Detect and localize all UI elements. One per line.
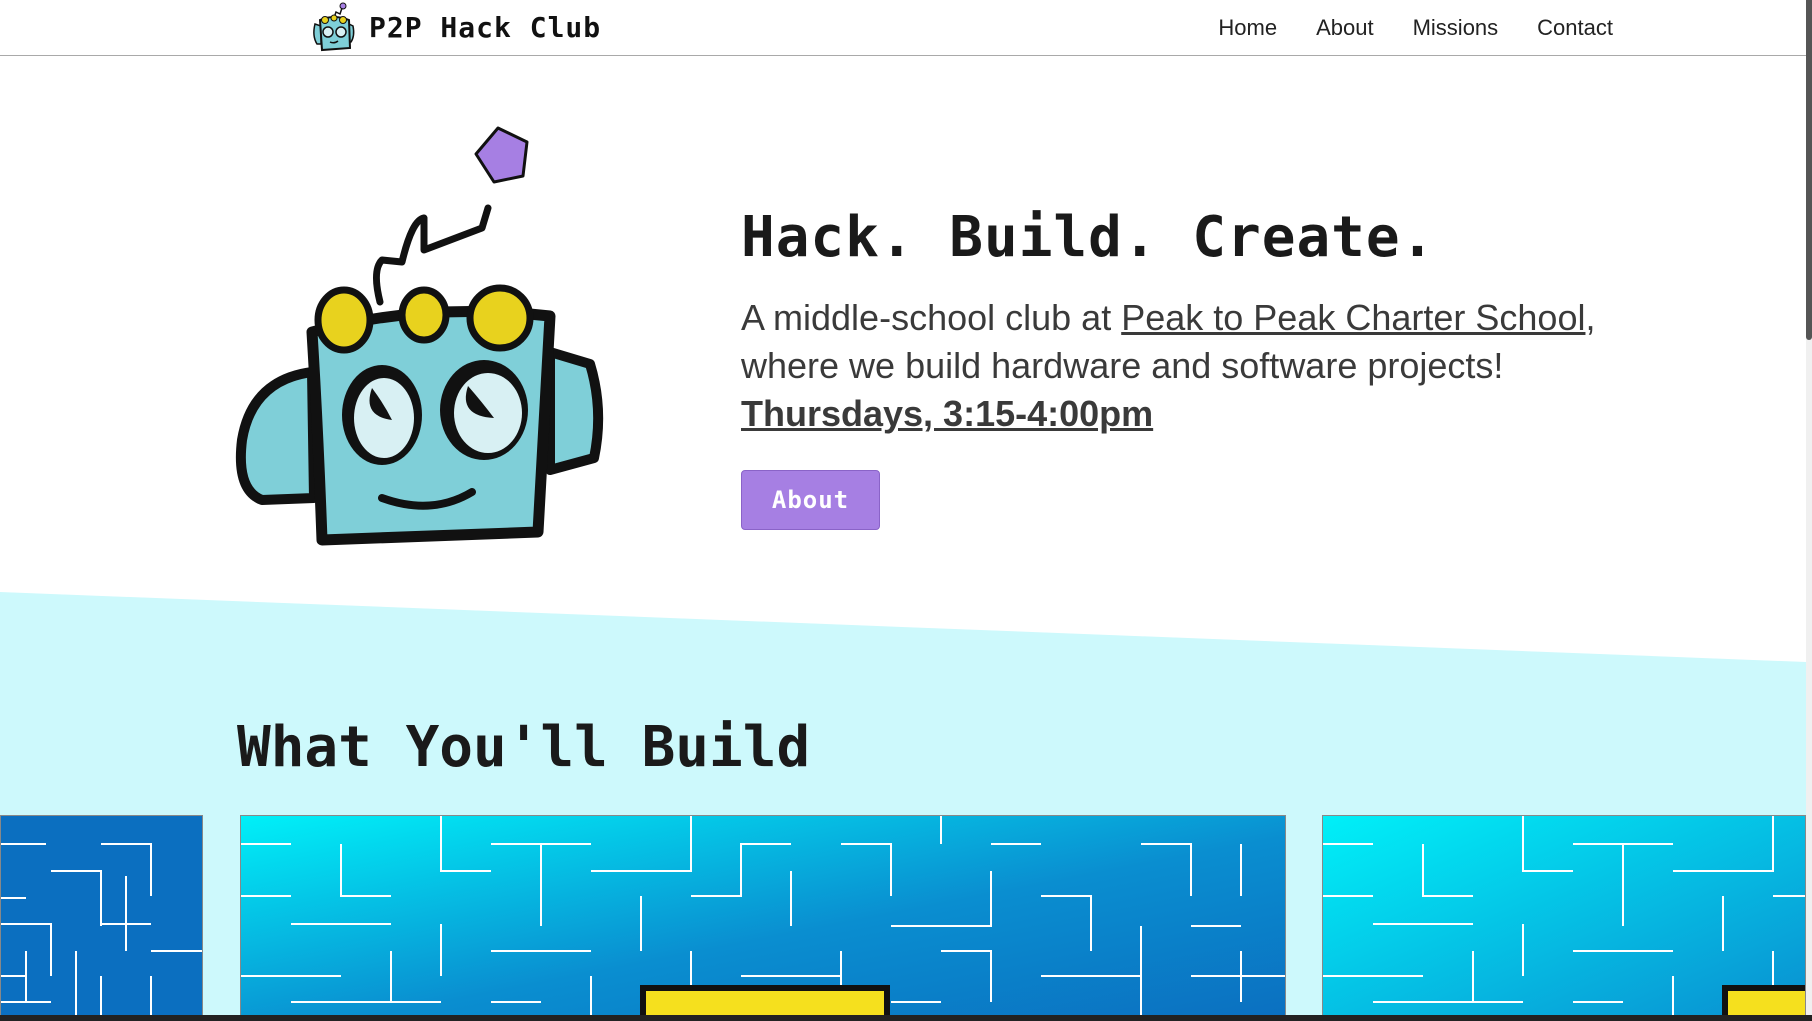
brand[interactable]: P2P Hack Club xyxy=(309,0,601,55)
page-scrollbar[interactable] xyxy=(1806,0,1812,1021)
project-card-right[interactable] xyxy=(1322,815,1806,1021)
robot-logo-icon xyxy=(313,2,355,52)
nav-contact[interactable]: Contact xyxy=(1537,15,1613,41)
project-card-center[interactable] xyxy=(240,815,1286,1021)
scroll-thumb[interactable] xyxy=(1806,0,1812,340)
hero-description: A middle-school club at Peak to Peak Cha… xyxy=(741,294,1621,438)
bottom-edge-bar xyxy=(0,1015,1812,1021)
maze-pattern-right xyxy=(1323,816,1805,1020)
hero-desc-prefix: A middle-school club at xyxy=(741,297,1122,338)
meeting-schedule: Thursdays, 3:15-4:00pm xyxy=(741,393,1154,434)
site-header: P2P Hack Club Home About Missions Contac… xyxy=(0,0,1806,56)
project-card-left[interactable] xyxy=(0,815,203,1021)
main-nav: Home About Missions Contact xyxy=(1218,0,1613,55)
school-link[interactable]: Peak to Peak Charter School xyxy=(1121,297,1585,338)
nav-home[interactable]: Home xyxy=(1218,15,1277,41)
section-title: What You'll Build xyxy=(237,715,811,780)
maze-pattern-left xyxy=(1,816,202,1020)
nav-about[interactable]: About xyxy=(1316,15,1374,41)
nav-missions[interactable]: Missions xyxy=(1413,15,1499,41)
hero-title: Hack. Build. Create. xyxy=(741,205,1436,270)
about-button[interactable]: About xyxy=(741,470,880,530)
brand-name: P2P Hack Club xyxy=(369,11,602,44)
maze-pattern-center xyxy=(241,816,1285,1020)
robot-mascot-illustration xyxy=(235,126,604,546)
hero-content: Hack. Build. Create. A middle-school clu… xyxy=(741,205,1621,530)
page: P2P Hack Club Home About Missions Contac… xyxy=(0,0,1812,1021)
